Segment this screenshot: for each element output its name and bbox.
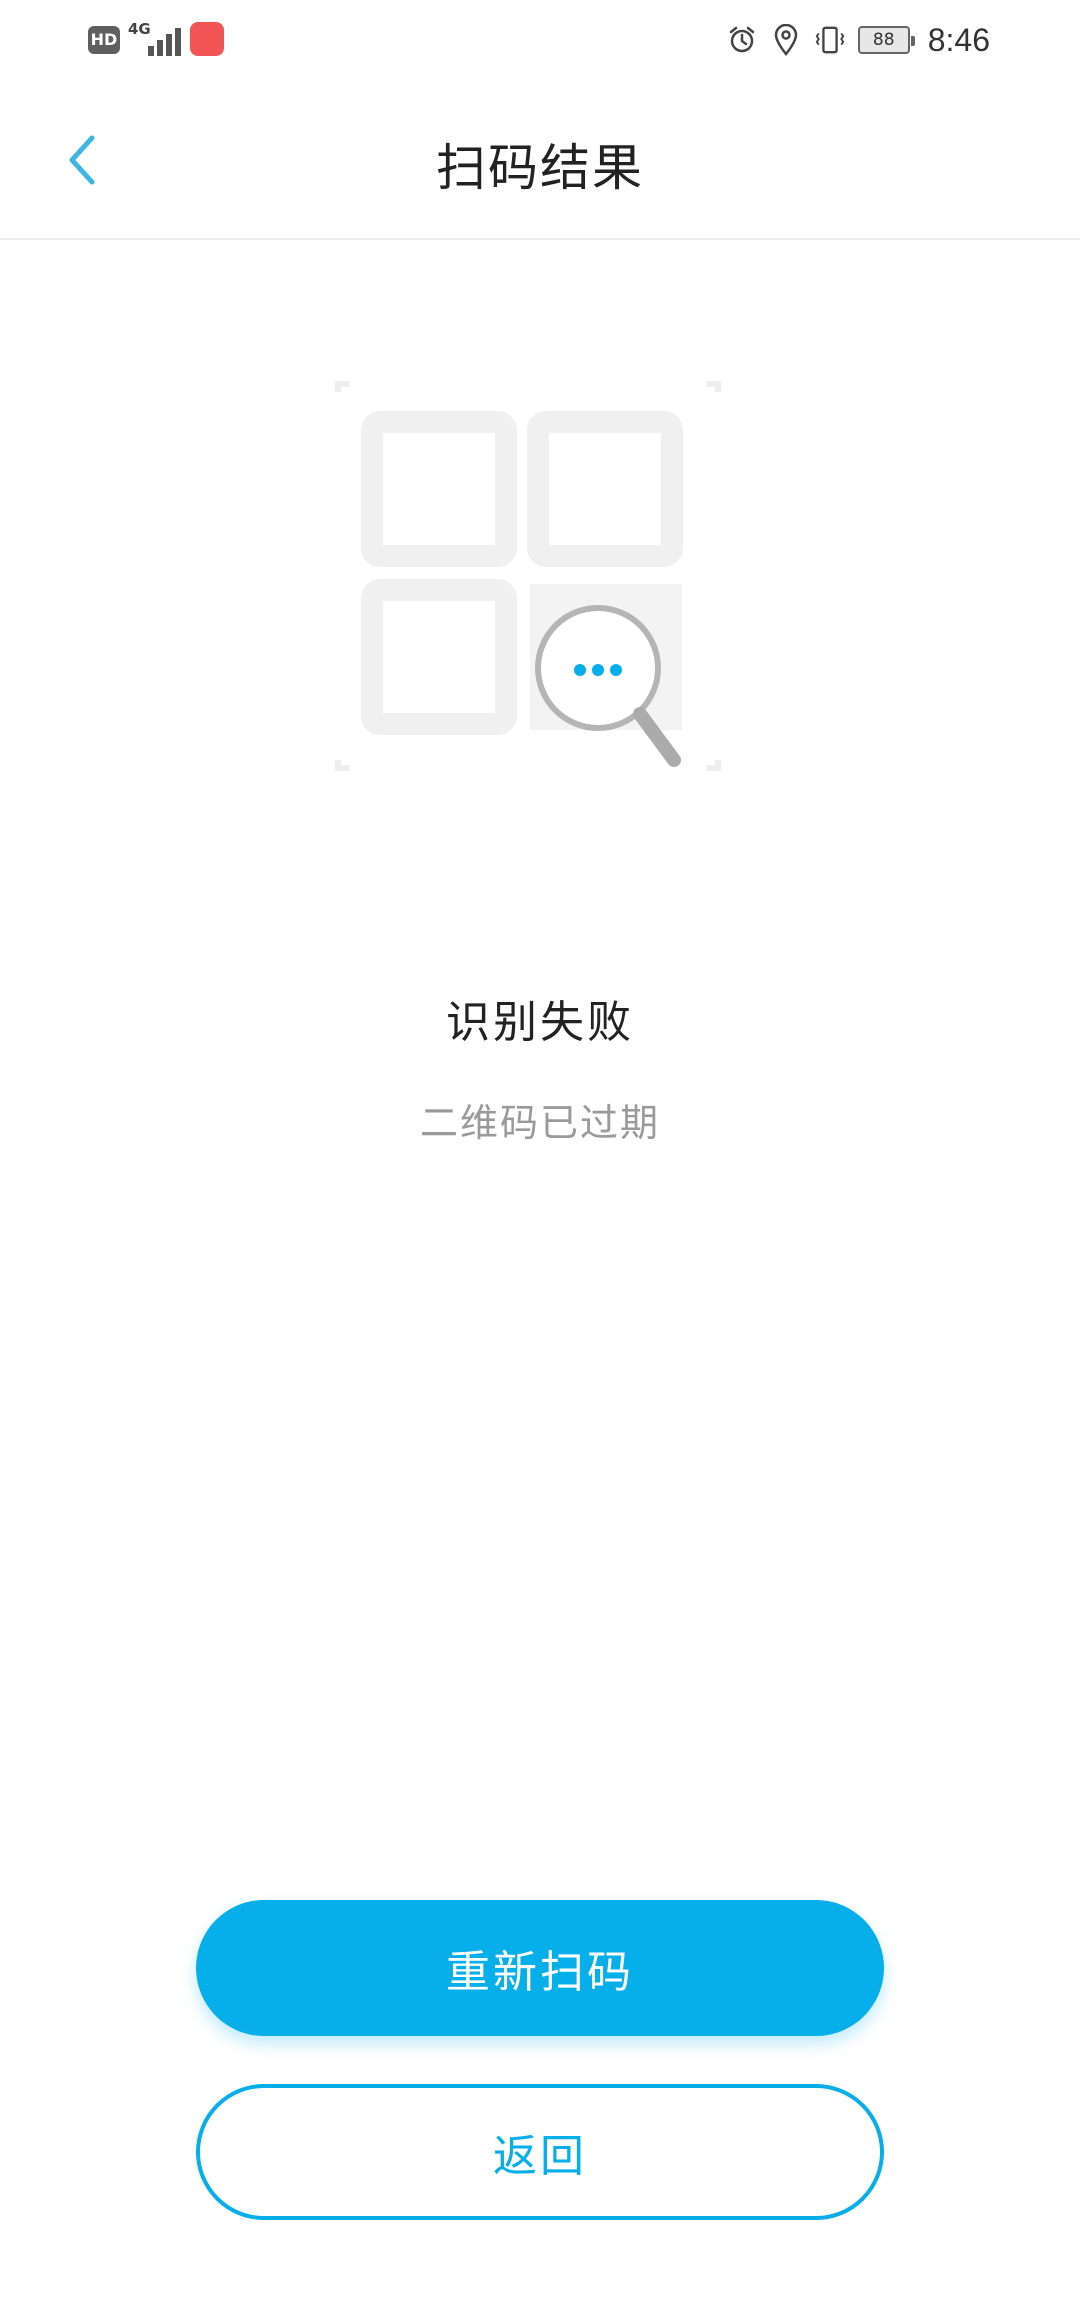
- vibrate-icon: [814, 24, 846, 56]
- battery-indicator: 88: [857, 26, 915, 54]
- location-icon: [770, 24, 802, 56]
- page-title: 扫码结果: [436, 139, 644, 197]
- qr-search-icon: [335, 381, 721, 771]
- signal-icon: [140, 22, 184, 56]
- status-bar: HD 4G 88 8:46: [0, 0, 1080, 80]
- app-notification-icon: [190, 22, 224, 56]
- result-title: 识别失败: [446, 997, 634, 1048]
- rescan-button[interactable]: 重新扫码: [196, 1900, 884, 2036]
- qr-search-illustration: [330, 380, 730, 800]
- result-subtitle: 二维码已过期: [419, 1101, 660, 1145]
- app-header: 扫码结果: [0, 80, 1080, 240]
- clock: 8:46: [927, 21, 990, 58]
- return-button[interactable]: 返回: [196, 2084, 884, 2220]
- alarm-icon: [726, 24, 758, 56]
- status-icons: 88 8:46: [726, 18, 990, 62]
- hd-badge: HD: [88, 26, 120, 54]
